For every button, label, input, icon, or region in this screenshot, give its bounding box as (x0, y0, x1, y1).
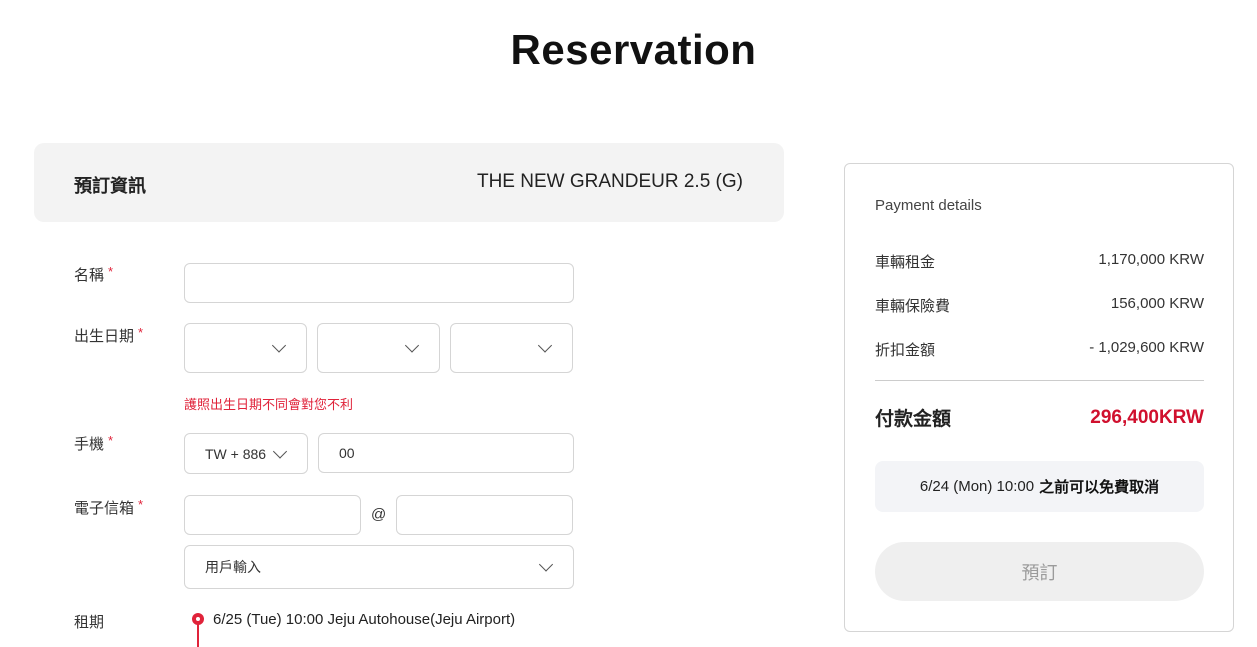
birth-date-label: 出生日期 * (74, 325, 144, 345)
chevron-down-icon (537, 338, 553, 353)
phone-number-input[interactable]: 00 (318, 433, 574, 473)
rental-period-label: 租期 (74, 614, 105, 631)
required-mark: * (108, 264, 114, 279)
email-domain-select[interactable]: 用戶輸入 (184, 545, 574, 589)
reservation-info-label: 預訂資訊 (74, 176, 146, 196)
chevron-down-icon (538, 557, 554, 572)
chevron-down-icon (272, 443, 288, 459)
required-mark: * (108, 433, 114, 448)
reserve-button[interactable]: 預訂 (875, 542, 1204, 601)
birth-date-warning: 護照出生日期不同會對您不利 (184, 398, 354, 413)
car-model-name: THE NEW GRANDEUR 2.5 (G) (476, 171, 743, 192)
required-mark: * (138, 325, 144, 340)
birth-month-select[interactable] (317, 323, 440, 373)
payment-details-card: Payment details 車輛租金 1,170,000 KRW 車輛保險費 1… (844, 163, 1234, 632)
email-at-sign: @ (371, 506, 387, 523)
birth-day-select[interactable] (450, 323, 573, 373)
payment-details-title: Payment details (875, 197, 982, 214)
payment-row-rental: 車輛租金 1,170,000 KRW (875, 251, 1204, 271)
pickup-info: 6/25 (Tue) 10:00 Jeju Autohouse(Jeju Air… (213, 611, 516, 628)
required-mark: * (138, 497, 144, 512)
payment-total: 付款金額 296,400KRW (875, 406, 1204, 431)
name-label: 名稱 * (74, 264, 114, 284)
payment-row-discount: 折扣金額 - 1,029,600 KRW (875, 339, 1204, 359)
phone-country-select[interactable]: TW + 886 (184, 433, 308, 474)
email-label: 電子信箱 * (74, 497, 144, 517)
free-cancellation-notice: 6/24 (Mon) 10:00 之前可以免費取消 (875, 461, 1204, 512)
page-title: Reservation (510, 26, 757, 73)
timeline-line (197, 624, 199, 647)
email-domain-input[interactable] (396, 495, 573, 535)
chevron-down-icon (271, 338, 287, 353)
email-user-input[interactable] (184, 495, 361, 535)
birth-year-select[interactable] (184, 323, 307, 373)
chevron-down-icon (404, 338, 420, 353)
phone-label: 手機 * (74, 433, 114, 453)
name-input[interactable] (184, 263, 574, 303)
payment-row-insurance: 車輛保險費 156,000 KRW (875, 295, 1204, 315)
reservation-info-header: 預訂資訊 THE NEW GRANDEUR 2.5 (G) (34, 143, 784, 222)
divider (875, 380, 1204, 381)
